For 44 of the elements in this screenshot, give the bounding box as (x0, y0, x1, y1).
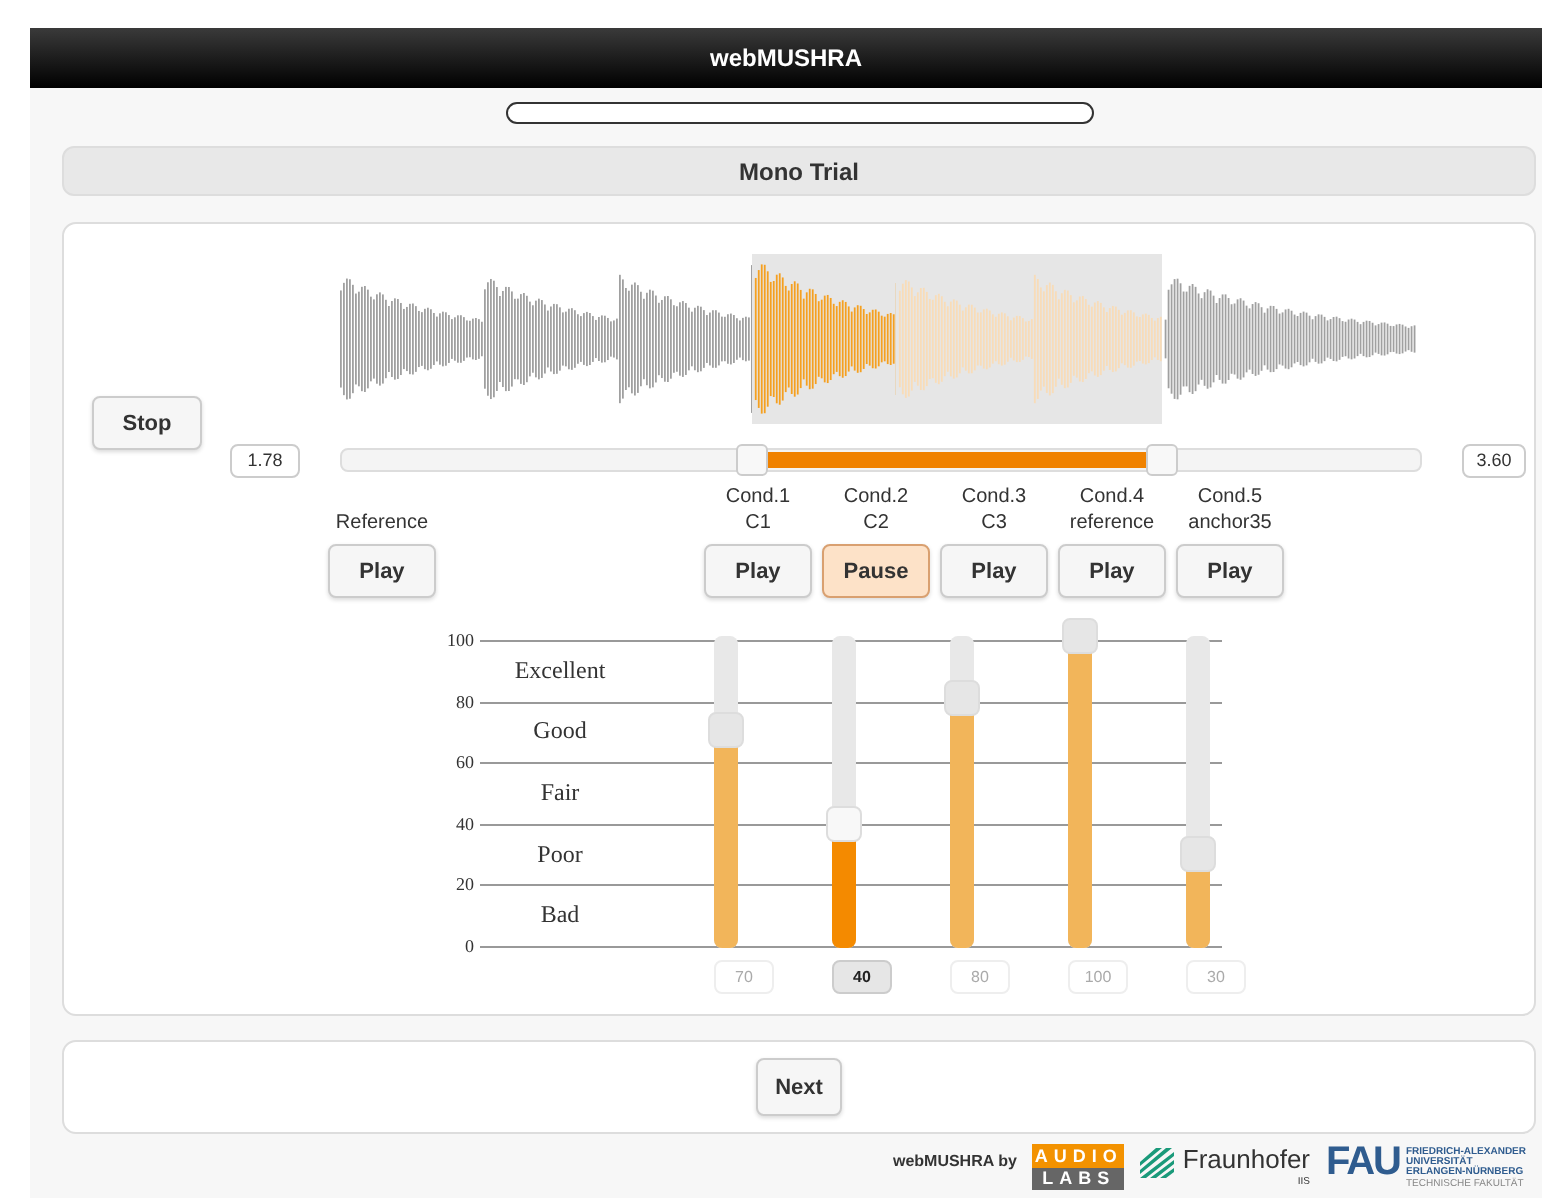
slider-handle[interactable] (1180, 836, 1216, 873)
rating-category-label: Poor (537, 839, 583, 870)
axis-tick-label: 0 (465, 936, 474, 956)
next-button[interactable]: Next (756, 1058, 842, 1116)
slider-handle[interactable] (1145, 444, 1178, 476)
condition-label: Cond.1 C1 (725, 484, 791, 536)
axis-tick-label: 40 (456, 813, 474, 834)
rating-value-field[interactable]: 40 (832, 960, 892, 994)
credit-text: webMUSHRA by (892, 1152, 1017, 1170)
loop-start-field[interactable]: 1.78 (230, 443, 300, 477)
axis-tick-label: 100 (447, 630, 474, 650)
axis-tick-label: 80 (456, 691, 474, 712)
condition-label: Reference (335, 510, 429, 536)
play-button[interactable]: Play (1058, 544, 1166, 598)
loop-end-field[interactable]: 3.60 (1462, 443, 1526, 477)
rating-category-label: Fair (540, 777, 580, 808)
rating-category-label: Bad (540, 900, 580, 931)
stripes-logo-icon (1140, 1148, 1175, 1178)
slider-handle[interactable] (1062, 618, 1098, 654)
loop-range-slider[interactable] (340, 448, 1422, 472)
axis-tick-label: 20 (456, 874, 474, 895)
rating-category-label: Excellent (514, 655, 606, 686)
condition-label: Cond.2 C2 (843, 484, 909, 536)
condition-label: Cond.3 C3 (961, 484, 1027, 536)
audiolabs-logo-bottom: LABS (1032, 1168, 1125, 1190)
condition-label: Cond.5 anchor35 (1188, 484, 1272, 536)
audiolabs-logo-top: AUDIO (1032, 1144, 1125, 1168)
pause-button[interactable]: Pause (822, 544, 930, 598)
trial-title: Mono Trial (739, 157, 859, 185)
condition-label: Cond.4 reference (1069, 484, 1155, 536)
axis-tick-label: 60 (456, 752, 474, 773)
rating-category-label: Good (533, 716, 587, 747)
app-title: webMUSHRA (709, 44, 862, 72)
slider-handle[interactable] (735, 444, 768, 476)
play-button[interactable]: Play (940, 544, 1048, 598)
play-button[interactable]: Play (704, 544, 812, 598)
stop-button[interactable]: Stop (92, 396, 202, 450)
fraunhofer-logo-text: Fraunhofer (1182, 1144, 1310, 1176)
fau-logo-text: FAU (1326, 1144, 1400, 1180)
slider-handle[interactable] (826, 805, 862, 842)
slider-handle[interactable] (944, 680, 980, 717)
slider-handle[interactable] (708, 711, 744, 748)
play-button[interactable]: Play (328, 544, 436, 598)
play-button[interactable]: Play (1176, 544, 1284, 598)
